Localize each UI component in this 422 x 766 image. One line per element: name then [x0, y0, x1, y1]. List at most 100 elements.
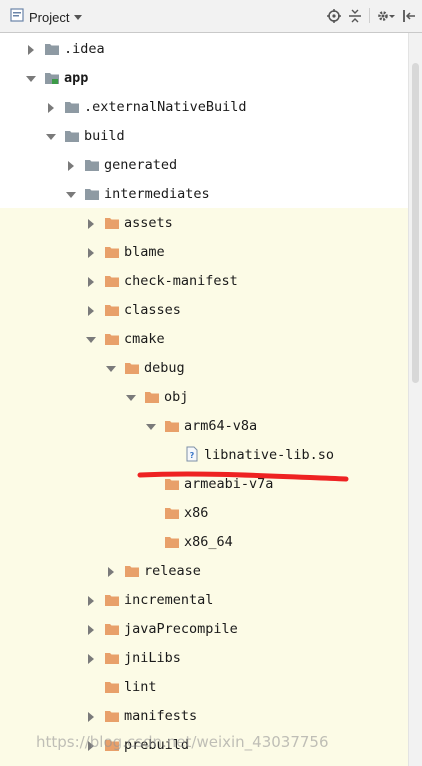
- tree-node[interactable]: obj: [0, 383, 408, 412]
- tree-node-label: intermediates: [104, 186, 210, 202]
- tree-node[interactable]: x86_64: [0, 528, 408, 557]
- target-icon[interactable]: [327, 8, 341, 23]
- folder-icon: [104, 622, 120, 636]
- project-icon: [10, 8, 24, 26]
- tree-node-label: cmake: [124, 331, 165, 347]
- tree-node-label: libnative-lib.so: [204, 447, 335, 463]
- tree-node-label: javaPrecompile: [124, 621, 238, 637]
- chevron-right-icon[interactable]: [86, 247, 96, 258]
- tree-node[interactable]: assets: [0, 209, 408, 238]
- tree-node-label: jniLibs: [124, 650, 181, 666]
- tree-node[interactable]: debug: [0, 354, 408, 383]
- tree-node-label: classes: [124, 302, 181, 318]
- chevron-right-icon[interactable]: [86, 276, 96, 287]
- tree-node-label: manifests: [124, 708, 198, 724]
- folder-icon: [104, 245, 120, 259]
- module-folder-icon: [44, 71, 60, 85]
- chevron-down-icon[interactable]: [86, 334, 96, 344]
- tree-node-label: build: [84, 128, 125, 144]
- folder-icon: [104, 593, 120, 607]
- tree-node[interactable]: generated: [0, 151, 408, 180]
- tree-node-label: debug: [144, 360, 185, 376]
- tree-node[interactable]: ? libnative-lib.so: [0, 441, 408, 470]
- folder-icon: [64, 129, 80, 143]
- folder-icon: [44, 42, 60, 56]
- folder-icon: [164, 419, 180, 433]
- folder-icon: [104, 651, 120, 665]
- tree-node[interactable]: manifests: [0, 702, 408, 731]
- tree-node[interactable]: app: [0, 64, 408, 93]
- folder-icon: [124, 361, 140, 375]
- folder-icon: [64, 100, 80, 114]
- hide-icon[interactable]: [402, 9, 416, 23]
- chevron-right-icon[interactable]: [86, 711, 96, 722]
- tree-node-label: x86: [184, 505, 209, 521]
- folder-icon: [104, 274, 120, 288]
- chevron-down-icon[interactable]: [146, 421, 156, 431]
- tree-node[interactable]: blame: [0, 238, 408, 267]
- gear-icon[interactable]: [377, 9, 395, 23]
- tree-node[interactable]: .externalNativeBuild: [0, 93, 408, 122]
- tree-node-label: generated: [104, 157, 178, 173]
- chevron-right-icon[interactable]: [86, 218, 96, 229]
- tree-node-label: x86_64: [184, 534, 233, 550]
- folder-icon: [84, 187, 100, 201]
- tree-node[interactable]: armeabi-v7a: [0, 470, 408, 499]
- toolbar-separator: [369, 8, 370, 23]
- chevron-right-icon[interactable]: [46, 102, 56, 113]
- project-tool-window-header: Project: [0, 0, 422, 33]
- folder-icon: [104, 332, 120, 346]
- folder-icon: [164, 506, 180, 520]
- tree-node[interactable]: release: [0, 557, 408, 586]
- tree-node[interactable]: classes: [0, 296, 408, 325]
- tree-node-label: .externalNativeBuild: [84, 99, 247, 115]
- tree-node-label: release: [144, 563, 201, 579]
- chevron-down-icon[interactable]: [46, 131, 56, 141]
- chevron-down-icon: [74, 10, 83, 25]
- tree-node[interactable]: .idea: [0, 35, 408, 64]
- tree-node[interactable]: cmake: [0, 325, 408, 354]
- tree-node[interactable]: jniLibs: [0, 644, 408, 673]
- folder-icon: [124, 564, 140, 578]
- folder-icon: [104, 709, 120, 723]
- chevron-right-icon[interactable]: [86, 595, 96, 606]
- tree-node-label: assets: [124, 215, 173, 231]
- tree-node-label: blame: [124, 244, 165, 260]
- watermark: https://blog.csdn.net/weixin_43037756: [36, 733, 329, 751]
- scrollbar-thumb[interactable]: [412, 63, 419, 383]
- folder-icon: [84, 158, 100, 172]
- folder-icon: [164, 477, 180, 491]
- project-view-selector[interactable]: Project: [10, 8, 83, 26]
- collapse-all-icon[interactable]: [348, 9, 362, 23]
- tree-node[interactable]: check-manifest: [0, 267, 408, 296]
- chevron-right-icon[interactable]: [86, 653, 96, 664]
- chevron-right-icon[interactable]: [86, 624, 96, 635]
- folder-icon: [164, 535, 180, 549]
- tree-node-label: app: [64, 70, 89, 86]
- tree-node[interactable]: build: [0, 122, 408, 151]
- chevron-down-icon[interactable]: [126, 392, 136, 402]
- unknown-file-icon: ?: [184, 446, 200, 462]
- tree-node[interactable]: intermediates: [0, 180, 408, 209]
- chevron-down-icon[interactable]: [66, 189, 76, 199]
- svg-text:?: ?: [190, 451, 195, 460]
- tree-node-label: incremental: [124, 592, 214, 608]
- tree-node[interactable]: x86: [0, 499, 408, 528]
- project-tree: .idea app .externalNativeBuild build generat…: [0, 33, 408, 766]
- chevron-right-icon[interactable]: [66, 160, 76, 171]
- tree-node-label: lint: [124, 679, 157, 695]
- folder-icon: [104, 216, 120, 230]
- chevron-right-icon[interactable]: [86, 305, 96, 316]
- tree-node-label: arm64-v8a: [184, 418, 258, 434]
- tree-node[interactable]: javaPrecompile: [0, 615, 408, 644]
- chevron-down-icon[interactable]: [26, 73, 36, 83]
- tree-node[interactable]: arm64-v8a: [0, 412, 408, 441]
- tree-node-label: armeabi-v7a: [184, 476, 274, 492]
- vertical-scrollbar[interactable]: [408, 33, 422, 766]
- tree-node[interactable]: lint: [0, 673, 408, 702]
- folder-icon: [104, 303, 120, 317]
- chevron-right-icon[interactable]: [106, 566, 116, 577]
- chevron-down-icon[interactable]: [106, 363, 116, 373]
- tree-node[interactable]: incremental: [0, 586, 408, 615]
- chevron-right-icon[interactable]: [26, 44, 36, 55]
